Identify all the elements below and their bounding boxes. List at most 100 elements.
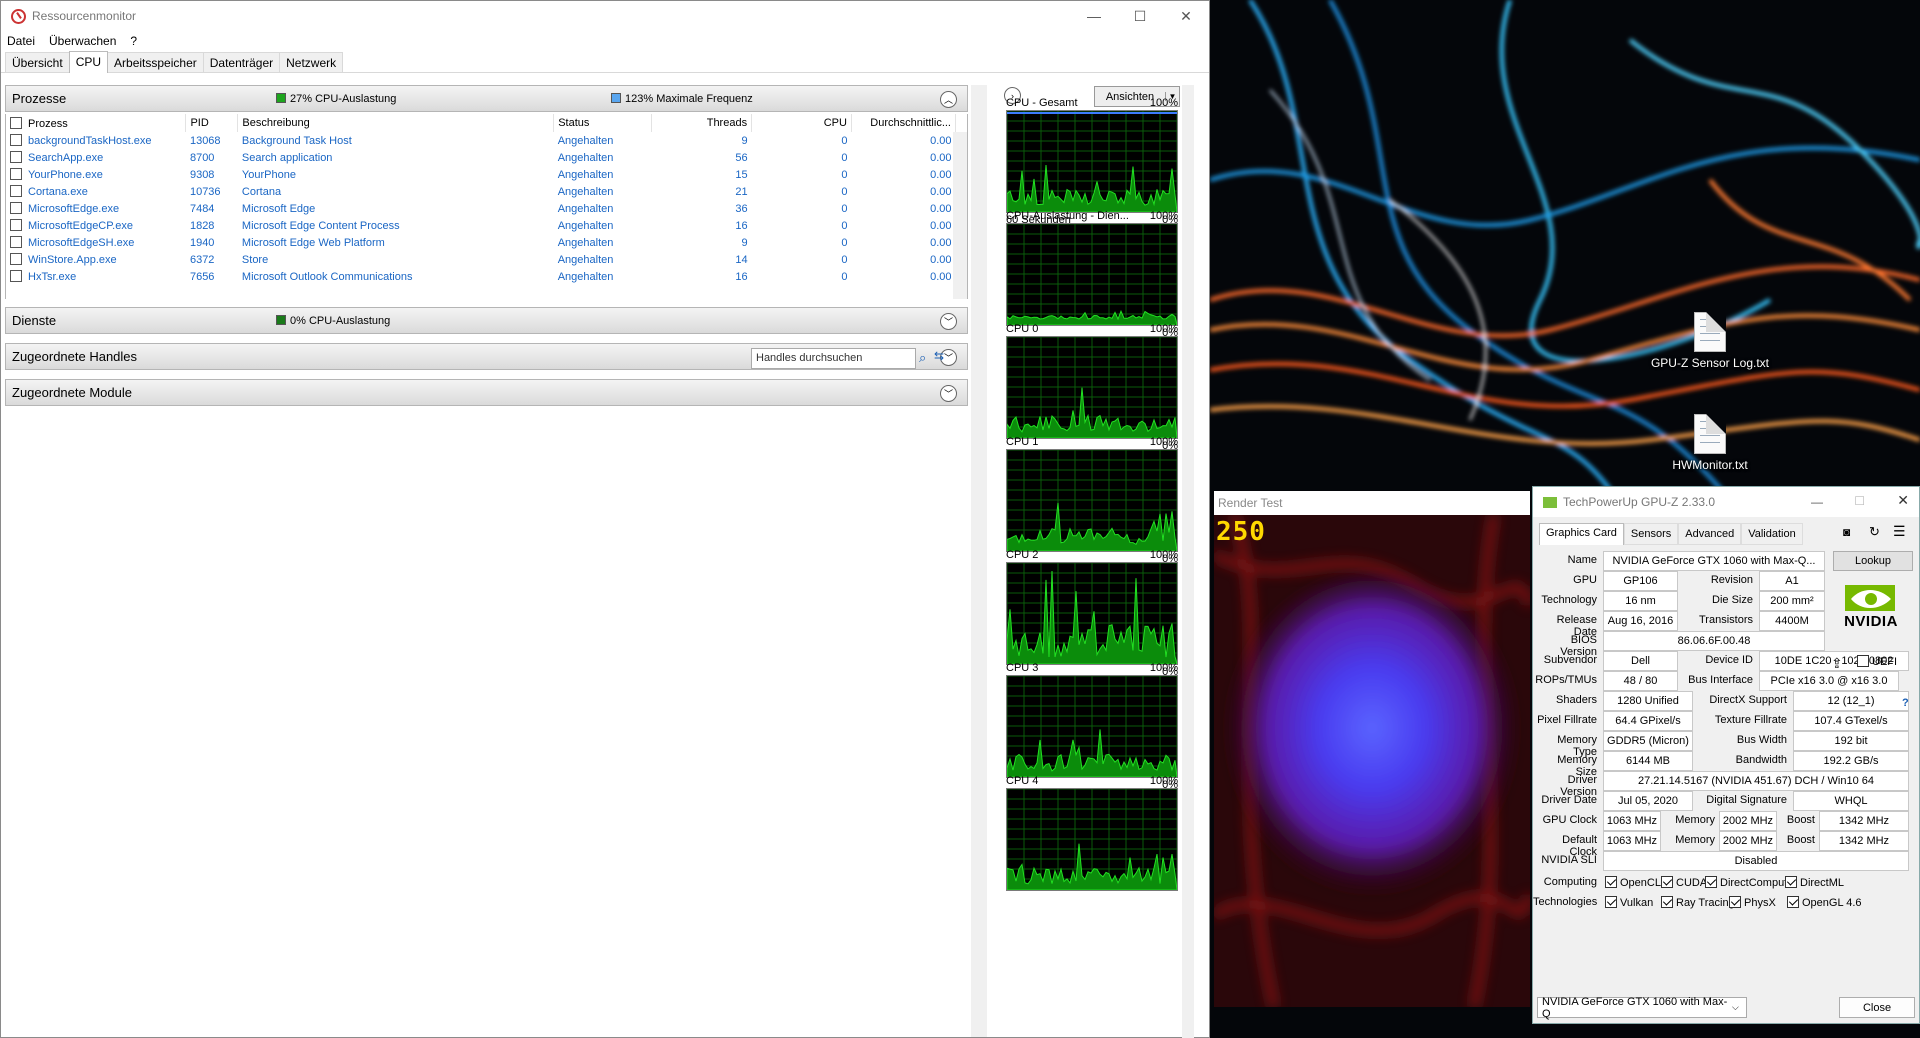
field-bus-interface: PCIe x16 3.0 @ x16 3.0 xyxy=(1759,671,1899,691)
cell-pid: 9308 xyxy=(189,168,215,181)
table-row[interactable]: Cortana.exe 10736 Cortana Angehalten 21 0 0.00 xyxy=(6,183,956,200)
label-sli: NVIDIA SLI xyxy=(1541,854,1597,866)
row-checkbox[interactable] xyxy=(10,219,22,231)
cell-cpu: 0 xyxy=(841,151,848,164)
tab-advanced[interactable]: Advanced xyxy=(1678,523,1742,545)
column-header-description[interactable]: Beschreibung xyxy=(237,114,555,132)
tab-disk[interactable]: Datenträger xyxy=(202,52,281,72)
refresh-icon[interactable]: ⇆ xyxy=(934,349,944,363)
row-checkbox[interactable] xyxy=(10,236,22,248)
feature-checkbox[interactable]: OpenCL xyxy=(1605,876,1661,889)
share-icon[interactable]: ⇪ xyxy=(1831,655,1843,672)
menu-icon[interactable]: ☰ xyxy=(1893,523,1906,540)
table-row[interactable]: MicrosoftEdgeSH.exe 1940 Microsoft Edge We… xyxy=(6,234,956,251)
window-title: Ressourcenmonitor xyxy=(32,9,137,23)
tab-sensors[interactable]: Sensors xyxy=(1623,523,1679,545)
row-checkbox[interactable] xyxy=(10,151,22,163)
expand-icon[interactable]: ﹀ xyxy=(940,385,957,402)
table-row[interactable]: backgroundTaskHost.exe 13068 Background Ta… xyxy=(6,132,956,149)
tab-network[interactable]: Netzwerk xyxy=(279,52,344,72)
cell-threads: 16 xyxy=(735,270,748,283)
menu-help[interactable]: ? xyxy=(130,34,137,48)
feature-checkbox[interactable]: DirectCompute xyxy=(1705,876,1793,889)
feature-checkbox[interactable]: DirectML xyxy=(1785,876,1844,889)
gpu-select-dropdown[interactable]: NVIDIA GeForce GTX 1060 with Max-Q ⌵ xyxy=(1537,996,1747,1020)
label-bandwidth: Bandwidth xyxy=(1735,754,1787,766)
lookup-button[interactable]: Lookup xyxy=(1833,551,1913,571)
table-row[interactable]: WinStore.App.exe 6372 Store Angehalten 14 0 0.… xyxy=(6,251,956,268)
row-checkbox[interactable] xyxy=(10,270,22,282)
collapse-icon[interactable]: ︿ xyxy=(940,91,957,108)
camera-icon[interactable]: ◙ xyxy=(1843,525,1850,539)
tab-overview[interactable]: Übersicht xyxy=(5,52,70,72)
label-die-size: Die Size xyxy=(1712,594,1753,606)
feature-checkbox[interactable]: CUDA xyxy=(1661,876,1707,889)
field-gpu: GP106 xyxy=(1603,571,1678,591)
row-checkbox[interactable] xyxy=(10,185,22,197)
close-button[interactable]: ✕ xyxy=(1897,492,1909,509)
maximize-button[interactable]: ☐ xyxy=(1854,494,1865,508)
column-header-threads[interactable]: Threads xyxy=(651,114,753,132)
row-checkbox[interactable] xyxy=(10,253,22,265)
column-header-cpu[interactable]: CPU xyxy=(751,114,852,132)
modules-header[interactable]: Zugeordnete Module ﹀ xyxy=(5,379,968,406)
maximize-button[interactable]: ☐ xyxy=(1117,1,1163,31)
feature-checkbox[interactable]: PhysX xyxy=(1729,896,1776,909)
column-header-pid[interactable]: PID xyxy=(185,114,239,132)
tab-cpu[interactable]: CPU xyxy=(68,51,109,73)
graph-pane: › Ansichten ▼ CPU - Gesamt 100% 60 Sekunde… xyxy=(994,85,1194,1038)
close-gpuz-button[interactable]: Close xyxy=(1839,997,1915,1018)
search-icon[interactable]: ⌕ xyxy=(919,350,926,366)
label-technologies: Technologies xyxy=(1533,896,1598,908)
chevron-down-icon: ⌵ xyxy=(1732,1002,1739,1012)
refresh-icon[interactable]: ↻ xyxy=(1869,524,1880,540)
table-row[interactable]: HxTsr.exe 7656 Microsoft Outlook Communica… xyxy=(6,268,956,285)
handles-search-input[interactable]: Handles durchsuchen xyxy=(751,348,916,369)
cell-cpu: 0 xyxy=(841,168,848,181)
main-scrollbar[interactable] xyxy=(971,85,987,1037)
column-header-process[interactable]: Prozess xyxy=(6,114,187,132)
field-driver-version: 27.21.14.5167 (NVIDIA 451.67) DCH / Win1… xyxy=(1603,771,1909,791)
expand-icon[interactable]: ﹀ xyxy=(940,313,957,330)
cell-pid: 6372 xyxy=(189,253,215,266)
row-checkbox[interactable] xyxy=(10,168,22,180)
label-boost: Boost xyxy=(1786,814,1815,826)
table-row[interactable]: MicrosoftEdgeCP.exe 1828 Microsoft Edge Co… xyxy=(6,217,956,234)
select-all-checkbox[interactable] xyxy=(10,116,22,129)
table-row[interactable]: YourPhone.exe 9308 YourPhone Angehalten 15 0 0… xyxy=(6,166,956,183)
processes-scrollbar[interactable] xyxy=(953,132,967,299)
close-button[interactable]: ✕ xyxy=(1163,1,1209,31)
render-test-window: Render Test 250 xyxy=(1214,491,1530,1007)
feature-checkbox[interactable]: Vulkan xyxy=(1605,896,1653,909)
tab-memory[interactable]: Arbeitsspeicher xyxy=(107,52,204,72)
menu-file[interactable]: Datei xyxy=(7,34,35,48)
cpu-graph xyxy=(1006,110,1178,213)
minimize-button[interactable]: — xyxy=(1811,495,1823,509)
row-checkbox[interactable] xyxy=(10,134,22,146)
field-die-size: 200 mm² xyxy=(1759,591,1825,611)
feature-checkbox[interactable]: OpenGL 4.6 xyxy=(1787,896,1862,909)
cell-threads: 36 xyxy=(735,202,748,215)
minimize-button[interactable]: — xyxy=(1071,1,1117,31)
menu-monitor[interactable]: Überwachen xyxy=(49,34,116,48)
services-header[interactable]: Dienste 0% CPU-Auslastung ﹀ xyxy=(5,307,968,334)
desktop-icon-hwmonitor[interactable]: HWMonitor.txt xyxy=(1650,414,1770,472)
table-row[interactable]: SearchApp.exe 8700 Search application Angeh… xyxy=(6,149,956,166)
uefi-checkbox[interactable]: UEFI xyxy=(1857,655,1897,668)
tab-graphics-card[interactable]: Graphics Card xyxy=(1539,523,1624,545)
field-directx: 12 (12_1) xyxy=(1793,691,1909,711)
column-header-average[interactable]: Durchschnittlic... xyxy=(851,114,957,132)
field-pixel-fillrate: 64.4 GPixel/s xyxy=(1603,711,1693,731)
feature-checkbox[interactable]: Ray Tracing xyxy=(1661,896,1735,909)
column-header-status[interactable]: Status xyxy=(553,114,653,132)
help-icon[interactable]: ? xyxy=(1902,697,1909,709)
cell-cpu: 0 xyxy=(841,253,848,266)
row-checkbox[interactable] xyxy=(10,202,22,214)
processes-header[interactable]: Prozesse 27% CPU-Auslastung 123% Maximal… xyxy=(5,85,968,112)
field-transistors: 4400M xyxy=(1759,611,1825,631)
desktop-icon-sensor-log[interactable]: GPU-Z Sensor Log.txt xyxy=(1650,312,1770,370)
table-row[interactable]: MicrosoftEdge.exe 7484 Microsoft Edge Angeh… xyxy=(6,200,956,217)
label-name: Name xyxy=(1567,554,1597,566)
tab-validation[interactable]: Validation xyxy=(1741,523,1803,545)
graph-scrollbar[interactable] xyxy=(1182,85,1194,1038)
